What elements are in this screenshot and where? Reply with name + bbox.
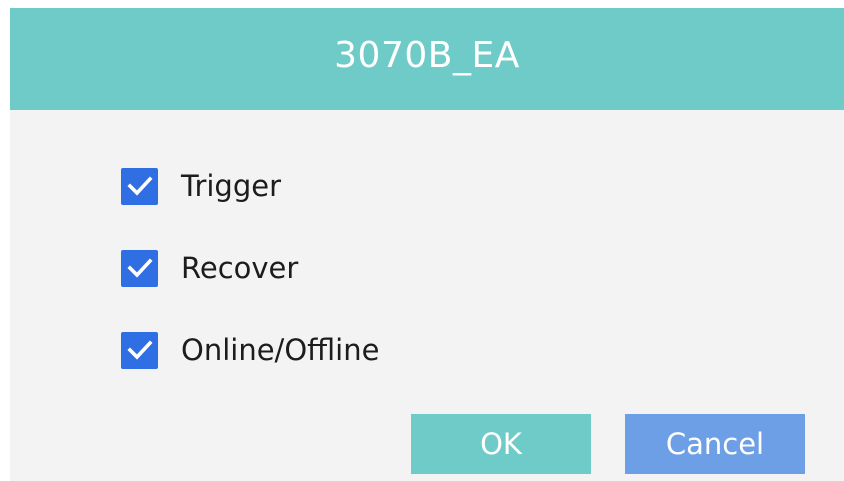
trigger-checkbox[interactable]: [121, 167, 158, 205]
online-offline-checkbox[interactable]: [121, 331, 158, 369]
trigger-label: Trigger: [181, 169, 282, 203]
ok-button[interactable]: OK: [411, 414, 591, 474]
checkmark-icon: [126, 340, 153, 360]
recover-label: Recover: [181, 251, 299, 285]
recover-checkbox[interactable]: [121, 249, 158, 287]
checkmark-icon: [126, 258, 153, 278]
online-offline-label: Online/Offline: [181, 333, 380, 367]
option-online-offline[interactable]: Online/Offline: [121, 329, 379, 371]
dialog-title-bar: 3070B_EA: [10, 8, 844, 110]
checkmark-icon: [126, 176, 153, 196]
dialog-title: 3070B_EA: [334, 34, 520, 76]
cancel-button[interactable]: Cancel: [625, 414, 805, 474]
option-recover[interactable]: Recover: [121, 247, 298, 289]
option-trigger[interactable]: Trigger: [121, 165, 281, 207]
filter-dialog: 3070B_EA Trigger Recover Online/Offline …: [10, 8, 844, 481]
